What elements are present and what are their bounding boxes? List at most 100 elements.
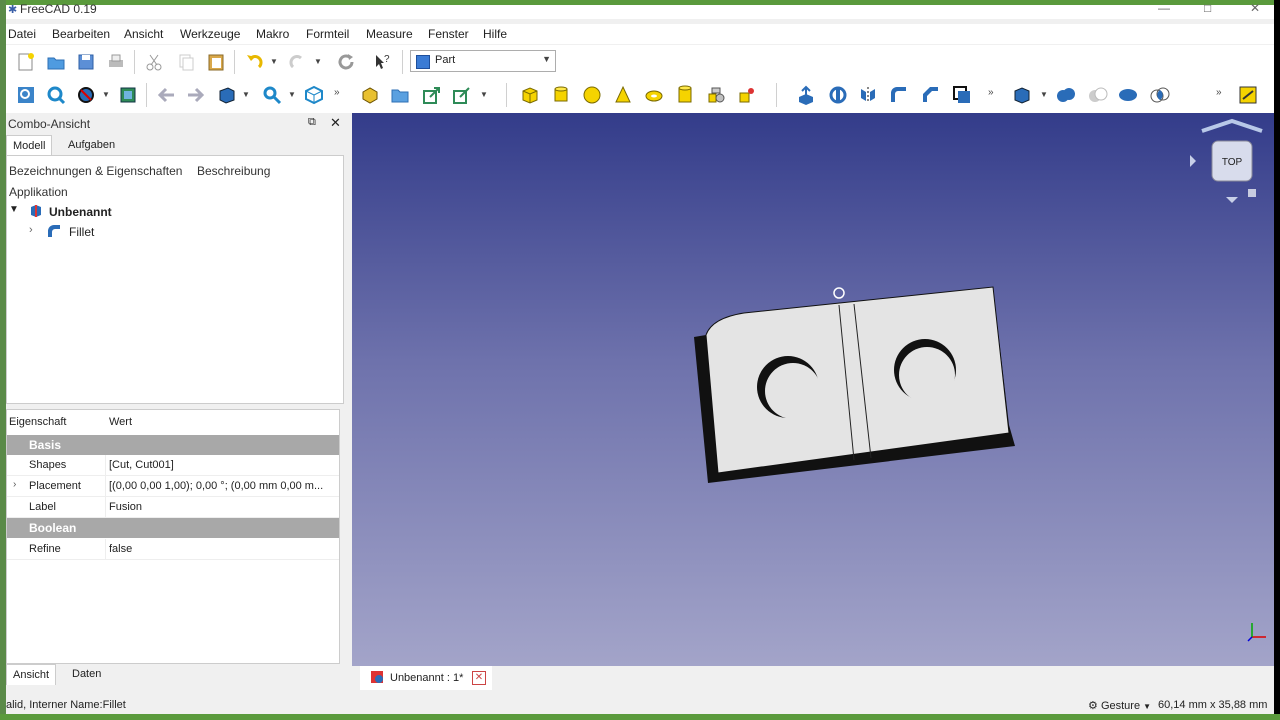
- close-tab-icon[interactable]: ✕: [472, 671, 486, 685]
- print-icon[interactable]: [104, 50, 128, 74]
- offset-icon[interactable]: [950, 83, 974, 107]
- redo-dropdown-icon[interactable]: ▼: [314, 57, 322, 66]
- undo-icon[interactable]: [242, 50, 266, 74]
- navcube-menu-icon[interactable]: [1248, 189, 1256, 197]
- 3d-viewport[interactable]: TOP: [352, 113, 1274, 666]
- more-tools-icon[interactable]: »: [334, 87, 340, 98]
- property-row-refine[interactable]: Refine false: [7, 539, 339, 560]
- bounding-box-icon[interactable]: [116, 83, 140, 107]
- property-group-boolean[interactable]: Boolean: [7, 518, 339, 538]
- menu-makro[interactable]: Makro: [256, 27, 289, 41]
- tree-header-labels[interactable]: Bezeichnungen & Eigenschaften: [9, 164, 182, 178]
- boolean-fuse-icon[interactable]: [1116, 83, 1140, 107]
- menu-fenster[interactable]: Fenster: [428, 27, 469, 41]
- tab-modell[interactable]: Modell: [6, 135, 53, 156]
- menu-hilfe[interactable]: Hilfe: [483, 27, 507, 41]
- property-group-basis[interactable]: Basis: [7, 435, 339, 455]
- new-document-icon[interactable]: [14, 50, 38, 74]
- fillet-name: Fillet: [69, 225, 95, 239]
- save-icon[interactable]: [74, 50, 98, 74]
- view-cube-icon[interactable]: [302, 83, 326, 107]
- chamfer-icon[interactable]: [918, 83, 942, 107]
- navigation-style-label: Gesture: [1100, 700, 1141, 712]
- close-button[interactable]: ✕: [1250, 1, 1260, 15]
- navigation-cube[interactable]: TOP: [1190, 118, 1263, 203]
- close-panel-icon[interactable]: ✕: [330, 115, 341, 131]
- navcube-rotate-down-icon[interactable]: [1226, 197, 1238, 203]
- boolean-common-icon[interactable]: [1148, 83, 1172, 107]
- torus-primitive-icon[interactable]: [642, 83, 666, 107]
- cone-primitive-icon[interactable]: [611, 83, 635, 107]
- menu-datei[interactable]: Datei: [8, 27, 36, 41]
- std-views-dropdown-icon[interactable]: ▼: [242, 90, 250, 99]
- fit-selection-icon[interactable]: [44, 83, 68, 107]
- measure-icon[interactable]: [1236, 83, 1260, 107]
- mirror-icon[interactable]: [856, 83, 880, 107]
- copy-icon[interactable]: [174, 50, 198, 74]
- menu-ansicht[interactable]: Ansicht: [124, 27, 163, 41]
- tree-item-document[interactable]: ▼ Unbenannt: [9, 204, 209, 222]
- minimize-button[interactable]: —: [1158, 1, 1170, 15]
- link-icon[interactable]: [420, 83, 444, 107]
- shape-builder-icon[interactable]: [735, 83, 759, 107]
- float-panel-icon[interactable]: ⧉: [308, 116, 316, 129]
- nav-back-icon[interactable]: [154, 83, 178, 107]
- revolve-icon[interactable]: [826, 83, 850, 107]
- tab-ansicht[interactable]: Ansicht: [6, 664, 57, 685]
- navcube-rotate-left-icon[interactable]: [1190, 155, 1196, 167]
- refresh-icon[interactable]: [334, 50, 358, 74]
- chevron-right-icon[interactable]: ›: [29, 224, 33, 236]
- tree-header-description[interactable]: Beschreibung: [197, 164, 270, 178]
- fillet-part-model[interactable]: [694, 286, 1015, 483]
- chevron-right-icon[interactable]: ›: [13, 479, 16, 490]
- boolean-union-icon[interactable]: [1054, 83, 1078, 107]
- compound-tools-icon[interactable]: [1010, 83, 1034, 107]
- more-boolean-tools-icon[interactable]: »: [1216, 87, 1222, 98]
- menu-werkzeuge[interactable]: Werkzeuge: [180, 27, 240, 41]
- paste-icon[interactable]: [204, 50, 228, 74]
- more-part-tools-icon[interactable]: »: [988, 87, 994, 98]
- svg-text:?: ?: [384, 54, 390, 65]
- redo-icon[interactable]: [286, 50, 310, 74]
- undo-dropdown-icon[interactable]: ▼: [270, 57, 278, 66]
- tube-primitive-icon[interactable]: [673, 83, 697, 107]
- sphere-primitive-icon[interactable]: [580, 83, 604, 107]
- extrude-icon[interactable]: [794, 83, 818, 107]
- tab-daten[interactable]: Daten: [66, 664, 107, 684]
- menu-formteil[interactable]: Formteil: [306, 27, 349, 41]
- zoom-icon[interactable]: [260, 83, 284, 107]
- cut-icon[interactable]: [142, 50, 166, 74]
- fillet-icon[interactable]: [886, 83, 910, 107]
- property-row-label[interactable]: Label Fusion: [7, 497, 339, 518]
- open-folder-icon[interactable]: [44, 50, 68, 74]
- cylinder-primitive-icon[interactable]: [549, 83, 573, 107]
- nav-forward-icon[interactable]: [184, 83, 208, 107]
- link-dropdown-icon[interactable]: ▼: [480, 90, 488, 99]
- create-part-icon[interactable]: [358, 83, 382, 107]
- zoom-dropdown-icon[interactable]: ▼: [288, 90, 296, 99]
- menu-measure[interactable]: Measure: [366, 27, 413, 41]
- property-row-shapes[interactable]: Shapes [Cut, Cut001]: [7, 455, 339, 476]
- maximize-button[interactable]: □: [1204, 1, 1211, 15]
- frame-right: [1274, 0, 1280, 720]
- property-row-placement[interactable]: › Placement [(0,00 0,00 1,00); 0,00 °; (…: [7, 476, 339, 497]
- create-group-icon[interactable]: [388, 83, 412, 107]
- whats-this-icon[interactable]: ?: [370, 50, 394, 74]
- navigation-style-selector[interactable]: ⚙ Gesture ▼: [1088, 699, 1151, 712]
- view-isometric-icon[interactable]: [214, 83, 238, 107]
- chevron-down-icon[interactable]: ▼: [9, 204, 19, 215]
- boolean-cut-icon[interactable]: [1086, 83, 1110, 107]
- tab-aufgaben[interactable]: Aufgaben: [62, 135, 121, 155]
- fit-all-icon[interactable]: [14, 83, 38, 107]
- document-tab-unbenannt[interactable]: Unbenannt : 1* ✕: [360, 666, 492, 690]
- cube-primitive-icon[interactable]: [518, 83, 542, 107]
- workbench-selector[interactable]: Part ▼: [410, 50, 556, 72]
- link-actions-icon[interactable]: [450, 83, 474, 107]
- compound-dropdown-icon[interactable]: ▼: [1040, 90, 1048, 99]
- draw-style-dropdown-icon[interactable]: ▼: [102, 90, 110, 99]
- primitives-icon[interactable]: [704, 83, 728, 107]
- tree-item-fillet[interactable]: › Fillet: [29, 224, 229, 242]
- menu-bearbeiten[interactable]: Bearbeiten: [52, 27, 110, 41]
- draw-style-icon[interactable]: [74, 83, 98, 107]
- navigation-style-icon: ⚙: [1088, 700, 1098, 712]
